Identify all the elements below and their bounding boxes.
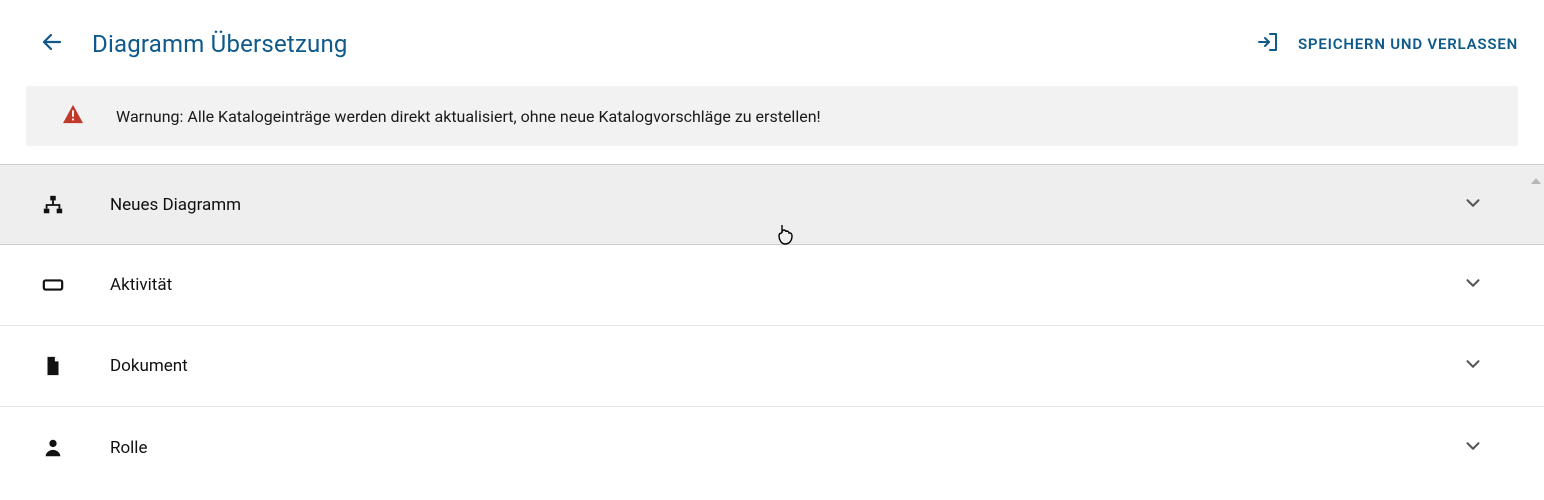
header-left: Diagramm Übersetzung (40, 30, 348, 58)
warning-banner: Warnung: Alle Katalogeinträge werden dir… (26, 86, 1518, 146)
warning-text: Warnung: Alle Katalogeinträge werden dir… (116, 107, 821, 126)
row-label: Rolle (110, 438, 1462, 458)
scroll-up-indicator[interactable] (1531, 178, 1541, 184)
document-icon (40, 355, 66, 377)
row-neues-diagramm[interactable]: Neues Diagramm (0, 164, 1544, 245)
header-bar: Diagramm Übersetzung SPEICHERN UND VERLA… (0, 0, 1544, 78)
activity-icon (40, 274, 66, 296)
sitemap-icon (40, 194, 66, 216)
warning-icon (62, 104, 84, 128)
row-label: Dokument (110, 356, 1462, 376)
save-exit-label: SPEICHERN UND VERLASSEN (1298, 35, 1518, 53)
row-label: Neues Diagramm (110, 195, 1462, 215)
accordion-list: Neues Diagramm Aktivität Dok (0, 164, 1544, 488)
row-aktivitaet[interactable]: Aktivität (0, 245, 1544, 326)
row-label: Aktivität (110, 275, 1462, 295)
row-rolle[interactable]: Rolle (0, 407, 1544, 488)
chevron-down-icon (1462, 435, 1484, 461)
chevron-down-icon (1462, 192, 1484, 218)
chevron-down-icon (1462, 353, 1484, 379)
back-button[interactable] (40, 32, 64, 56)
page-title: Diagramm Übersetzung (92, 30, 348, 58)
chevron-down-icon (1462, 272, 1484, 298)
save-exit-button[interactable]: SPEICHERN UND VERLASSEN (1256, 30, 1518, 58)
arrow-left-icon (40, 30, 64, 58)
exit-icon (1256, 30, 1280, 58)
person-icon (40, 437, 66, 459)
row-dokument[interactable]: Dokument (0, 326, 1544, 407)
